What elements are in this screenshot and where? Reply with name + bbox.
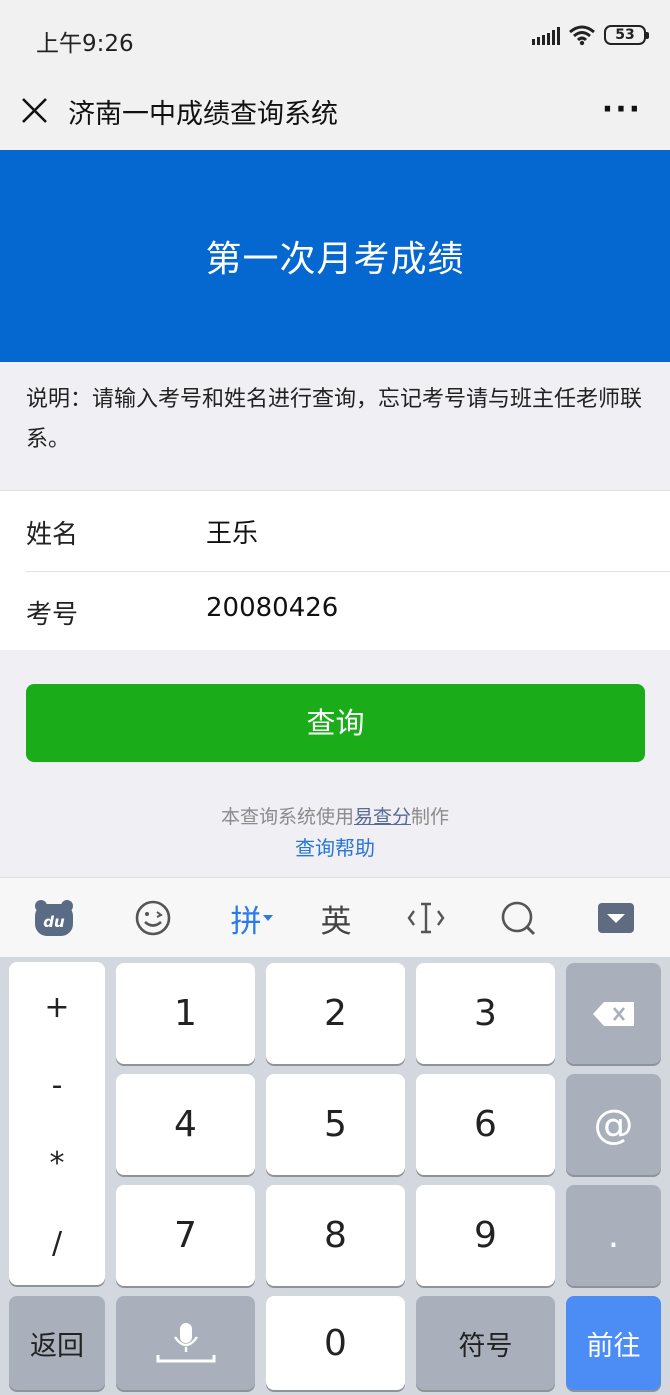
caret-down-icon xyxy=(262,915,273,921)
help-link[interactable]: 查询帮助 xyxy=(0,832,670,861)
banner: 第一次月考成绩 xyxy=(0,150,670,362)
emoji-icon[interactable] xyxy=(130,878,176,958)
key-0[interactable]: 0 xyxy=(266,1296,405,1390)
microphone-icon xyxy=(156,1323,215,1363)
credit-suffix: 制作 xyxy=(411,806,450,828)
key-8[interactable]: 8 xyxy=(266,1185,405,1286)
credit-prefix: 本查询系统使用 xyxy=(220,806,354,828)
english-mode-button[interactable]: 英 xyxy=(314,878,358,958)
close-icon[interactable] xyxy=(18,90,52,130)
back-key[interactable]: 返回 xyxy=(9,1296,105,1390)
ime-toolbar: du 拼 英 xyxy=(0,877,670,957)
query-button[interactable]: 查询 xyxy=(26,684,645,762)
key-7[interactable]: 7 xyxy=(116,1185,255,1286)
status-icons: 53 xyxy=(532,24,649,46)
key-2[interactable]: 2 xyxy=(266,963,405,1064)
name-input[interactable]: 王乐 xyxy=(206,513,258,550)
pinyin-label: 拼 xyxy=(230,903,262,940)
key-6[interactable]: 6 xyxy=(416,1074,555,1175)
svg-text:du: du xyxy=(43,913,65,931)
more-icon[interactable]: ··· xyxy=(602,92,642,127)
status-bar: 上午9:26 53 xyxy=(0,0,670,78)
query-form: 姓名 王乐 考号 20080426 xyxy=(0,490,670,650)
cursor-icon[interactable] xyxy=(404,878,448,958)
exam-id-row[interactable]: 考号 20080426 xyxy=(0,571,670,651)
backspace-icon xyxy=(592,1001,634,1026)
voice-key[interactable] xyxy=(116,1296,255,1390)
wifi-icon xyxy=(569,25,595,46)
pinyin-mode-button[interactable]: 拼 xyxy=(222,878,282,958)
credit-text: 本查询系统使用易查分制作 xyxy=(0,802,670,829)
key-dot[interactable]: . xyxy=(566,1185,661,1286)
exam-id-input[interactable]: 20080426 xyxy=(206,593,338,623)
key-plus[interactable]: + xyxy=(9,990,105,1025)
key-9[interactable]: 9 xyxy=(416,1185,555,1286)
signal-icon xyxy=(532,25,560,45)
key-minus[interactable]: - xyxy=(9,1068,105,1103)
battery-icon: 53 xyxy=(604,25,649,45)
english-label: 英 xyxy=(320,903,352,940)
key-1[interactable]: 1 xyxy=(116,963,255,1064)
key-at[interactable]: @ xyxy=(566,1074,661,1175)
nav-bar: 济南一中成绩查询系统 ··· xyxy=(0,78,670,150)
name-label: 姓名 xyxy=(26,520,79,550)
backspace-key[interactable] xyxy=(566,963,661,1064)
numeric-keyboard: + - * / 1 2 3 4 5 6 @ 7 8 9 . 返回 0 符号 前往 xyxy=(0,957,670,1395)
key-slash[interactable]: / xyxy=(9,1226,105,1261)
status-time: 上午9:26 xyxy=(36,31,134,57)
name-row[interactable]: 姓名 王乐 xyxy=(0,491,670,571)
banner-title: 第一次月考成绩 xyxy=(205,239,465,280)
page-title: 济南一中成绩查询系统 xyxy=(68,99,338,130)
key-asterisk[interactable]: * xyxy=(9,1146,105,1181)
symbol-key[interactable]: 符号 xyxy=(416,1296,555,1390)
key-5[interactable]: 5 xyxy=(266,1074,405,1175)
symbol-column[interactable]: + - * / xyxy=(9,962,105,1285)
key-3[interactable]: 3 xyxy=(416,963,555,1064)
exam-id-label: 考号 xyxy=(26,600,79,630)
credit-link[interactable]: 易查分 xyxy=(354,806,411,828)
go-key[interactable]: 前往 xyxy=(566,1296,661,1390)
search-icon[interactable] xyxy=(496,878,540,958)
notice-text: 说明：请输入考号和姓名进行查询，忘记考号请与班主任老师联系。 xyxy=(26,387,643,452)
baidu-logo-icon[interactable]: du xyxy=(28,878,80,958)
hide-keyboard-icon[interactable] xyxy=(594,878,638,958)
key-4[interactable]: 4 xyxy=(116,1074,255,1175)
